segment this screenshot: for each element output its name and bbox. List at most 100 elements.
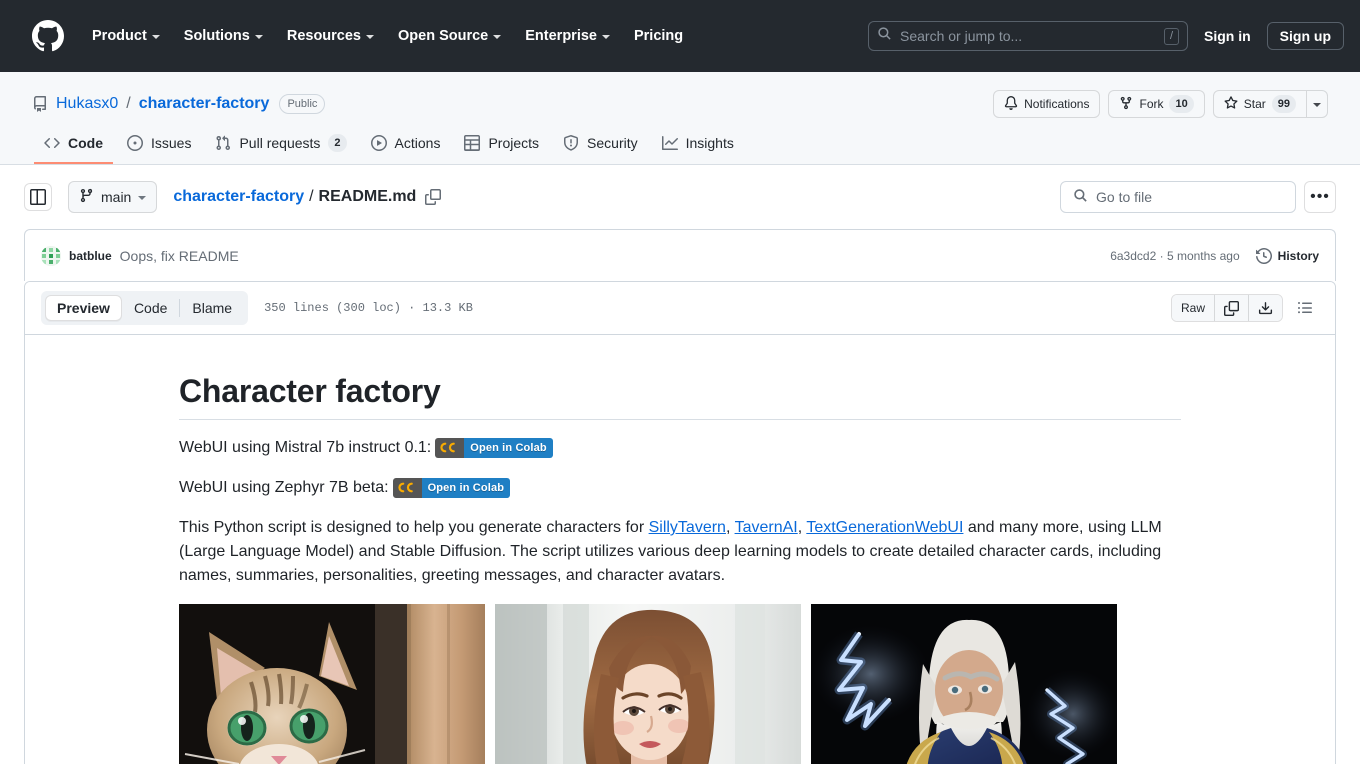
paragraph-part-1: This Python script is designed to help y… [179, 519, 649, 536]
tab-label: Security [587, 135, 638, 151]
play-icon [370, 135, 387, 151]
tab-code-view[interactable]: Code [122, 295, 179, 321]
global-nav-item-enterprise[interactable]: Enterprise [513, 20, 622, 52]
global-nav-label: Open Source [398, 28, 489, 44]
commit-author-link[interactable]: batblue [69, 249, 112, 263]
global-nav-item-pricing[interactable]: Pricing [622, 20, 695, 52]
history-button[interactable]: History [1255, 247, 1319, 264]
history-icon [1255, 247, 1272, 264]
tab-label: Pull requests [239, 135, 321, 151]
commit-message-link[interactable]: Oops, fix README [120, 248, 239, 264]
global-nav-label: Enterprise [525, 28, 597, 44]
fork-button[interactable]: Fork 10 [1108, 90, 1205, 118]
fork-label: Fork [1139, 97, 1164, 111]
search-placeholder: Search or jump to... [900, 28, 1023, 44]
star-dropdown-button[interactable] [1307, 90, 1328, 118]
global-nav-label: Pricing [633, 28, 684, 44]
link-textgenerationwebui[interactable]: TextGenerationWebUI [806, 519, 963, 536]
tab-issues[interactable]: Issues [117, 128, 201, 164]
file-navigation-bar: main character-factory / README.md Go to… [0, 165, 1360, 229]
git-pull-request-icon [215, 135, 231, 151]
copy-path-icon[interactable] [425, 189, 442, 205]
search-icon [1073, 188, 1088, 206]
download-raw-file-button[interactable] [1249, 295, 1282, 321]
commit-meta-right: 6a3dcd2 · 5 months ago History [1110, 247, 1319, 264]
file-outline-button[interactable] [1291, 294, 1319, 322]
repo-icon [32, 96, 48, 112]
latest-commit-row: batblue Oops, fix README 6a3dcd2 · 5 mon… [24, 229, 1336, 281]
readme-line-mistral-text: WebUI using Mistral 7b instruct 0.1: [179, 439, 432, 456]
tab-label: Insights [685, 135, 734, 151]
commit-sha[interactable]: 6a3dcd2 [1110, 249, 1156, 263]
open-in-colab-badge-zephyr[interactable]: Open in Colab [392, 477, 511, 498]
graph-icon [661, 135, 678, 151]
open-in-colab-badge-mistral[interactable]: Open in Colab [435, 437, 553, 458]
tab-insights[interactable]: Insights [652, 128, 744, 164]
tab-pull-requests[interactable]: Pull requests 2 [205, 128, 356, 164]
file-navigation-right: Go to file ••• [1060, 181, 1336, 213]
file-toolbar-right: Raw [1170, 294, 1319, 322]
readme-line-mistral: WebUI using Mistral 7b instruct 0.1: Open… [179, 436, 1181, 460]
example-images-row [179, 604, 1181, 764]
issue-opened-icon [127, 135, 143, 151]
global-nav-label: Product [92, 28, 147, 44]
tab-projects[interactable]: Projects [454, 128, 549, 164]
star-label: Star [1243, 97, 1266, 111]
tab-actions[interactable]: Actions [361, 128, 451, 164]
search-icon [877, 26, 892, 46]
git-branch-icon [79, 188, 94, 206]
star-button[interactable]: Star 99 [1212, 90, 1307, 118]
global-nav-item-open-source[interactable]: Open Source [386, 20, 513, 52]
page-title: Character factory [179, 371, 1181, 420]
more-options-button[interactable]: ••• [1304, 181, 1336, 213]
raw-button[interactable]: Raw [1171, 295, 1215, 321]
global-nav-item-product[interactable]: Product [80, 20, 172, 52]
global-nav-item-solutions[interactable]: Solutions [172, 20, 275, 52]
tab-label: Actions [394, 135, 441, 151]
chevron-down-icon [151, 35, 160, 39]
chevron-down-icon [601, 35, 610, 39]
repo-visibility-badge: Public [279, 94, 326, 114]
tab-blame[interactable]: Blame [180, 295, 244, 321]
star-icon [1224, 95, 1238, 113]
sign-up-button[interactable]: Sign up [1266, 22, 1344, 50]
file-view-switcher: Preview Code Blame [41, 291, 249, 325]
repository-actions: Notifications Fork 10 Star 99 [993, 90, 1328, 118]
sign-in-link[interactable]: Sign in [1204, 28, 1251, 44]
copy-raw-contents-button[interactable] [1215, 295, 1249, 321]
pull-requests-count: 2 [328, 134, 347, 152]
breadcrumb-repo-link[interactable]: character-factory [173, 188, 304, 206]
kebab-horizontal-icon: ••• [1310, 188, 1330, 205]
link-tavernai[interactable]: TavernAI [735, 519, 798, 536]
table-icon [464, 135, 481, 151]
go-to-file-input[interactable]: Go to file [1060, 181, 1296, 213]
link-sillytavern[interactable]: SillyTavern [649, 519, 726, 536]
file-toolbar: Preview Code Blame 350 lines (300 loc) ·… [25, 282, 1335, 335]
tab-security[interactable]: Security [553, 128, 648, 164]
repo-title-separator: / [126, 95, 131, 112]
github-mark-icon[interactable] [32, 20, 64, 52]
global-nav-item-resources[interactable]: Resources [275, 20, 386, 52]
sidebar-toggle-button[interactable] [24, 183, 52, 211]
chevron-down-icon [1313, 103, 1321, 107]
breadcrumb: character-factory / README.md [173, 188, 442, 206]
example-image-wizard [811, 604, 1117, 764]
tab-code[interactable]: Code [34, 128, 113, 164]
avatar[interactable] [41, 245, 61, 266]
repository-title: Hukasx0 / character-factory Public [32, 94, 326, 114]
colab-logo-icon [392, 477, 422, 498]
search-shortcut-badge: / [1163, 27, 1179, 45]
search-input[interactable]: Search or jump to... / [868, 21, 1188, 51]
chevron-down-icon [138, 196, 147, 200]
repo-name-link[interactable]: character-factory [139, 95, 270, 113]
example-image-cat [179, 604, 485, 764]
branch-selector-button[interactable]: main [68, 181, 158, 213]
fork-icon [1119, 96, 1133, 113]
readme-line-zephyr-text: WebUI using Zephyr 7B beta: [179, 479, 389, 496]
repository-header: Hukasx0 / character-factory Public Notif… [0, 72, 1360, 165]
commit-meta-dot: · [1159, 248, 1164, 263]
readme-rendered-content: Character factory WebUI using Mistral 7b… [25, 335, 1335, 764]
repo-owner-link[interactable]: Hukasx0 [56, 95, 118, 113]
notifications-button[interactable]: Notifications [993, 90, 1101, 118]
tab-preview[interactable]: Preview [45, 295, 122, 321]
